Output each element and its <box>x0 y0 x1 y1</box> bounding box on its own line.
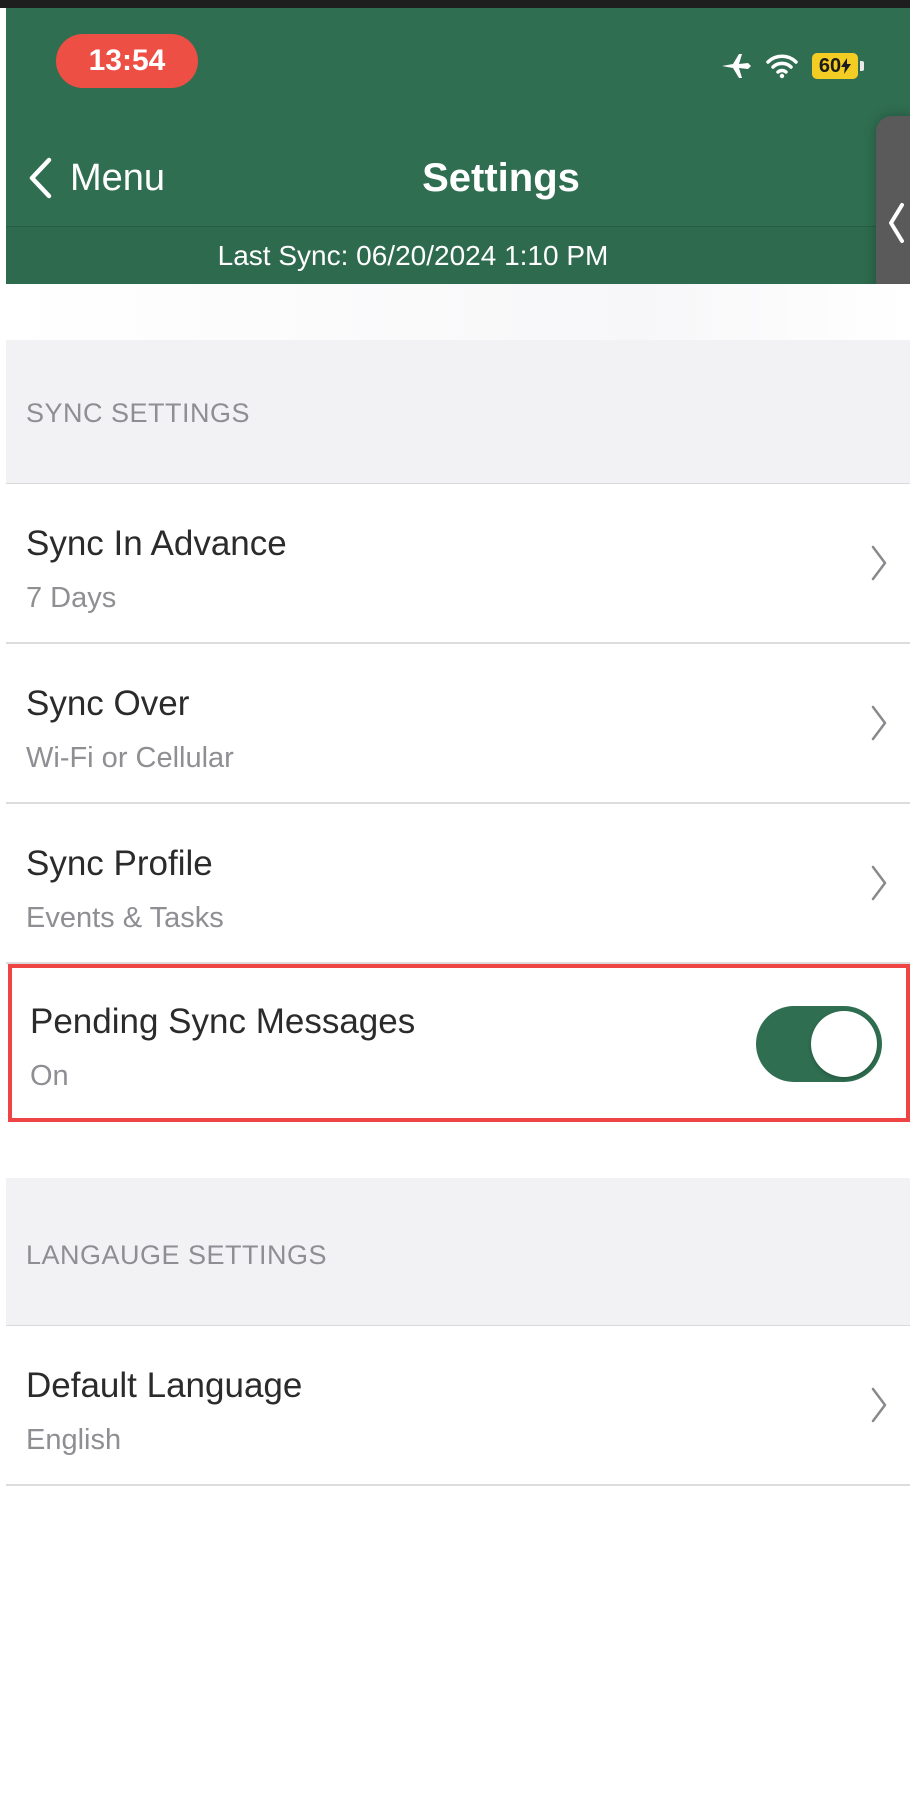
chevron-right-icon <box>871 1387 887 1423</box>
row-value: English <box>26 1424 122 1456</box>
status-indicators: 60 <box>720 52 864 80</box>
row-default-language[interactable]: Default Language English <box>6 1326 910 1486</box>
section-gap <box>6 1122 910 1178</box>
row-value: Events & Tasks <box>26 902 224 934</box>
section-header-language: LANGAUGE SETTINGS <box>6 1178 910 1326</box>
chevron-left-icon <box>889 203 904 243</box>
row-title: Default Language <box>26 1366 303 1405</box>
row-sync-in-advance[interactable]: Sync In Advance 7 Days <box>6 484 910 644</box>
row-sync-profile[interactable]: Sync Profile Events & Tasks <box>6 804 910 964</box>
row-title: Sync Profile <box>26 844 213 883</box>
section-header-sync: SYNC SETTINGS <box>6 340 910 484</box>
row-title: Pending Sync Messages <box>30 1002 416 1041</box>
battery-level: 60 <box>812 53 858 79</box>
status-time: 13:54 <box>56 34 198 88</box>
chevron-right-icon <box>871 705 887 741</box>
row-value: Wi-Fi or Cellular <box>26 742 234 774</box>
row-title: Sync In Advance <box>26 524 287 563</box>
airplane-icon <box>720 52 752 80</box>
row-value: On <box>30 1060 69 1092</box>
row-value: 7 Days <box>26 582 117 614</box>
last-sync-bar: Last Sync: 06/20/2024 1:10 PM <box>6 226 910 285</box>
row-pending-sync-messages: Pending Sync Messages On <box>8 964 910 1122</box>
status-time-label: 13:54 <box>88 44 166 77</box>
battery-percent: 60 <box>818 54 842 77</box>
content-top-gap <box>6 284 910 340</box>
battery-cap <box>860 61 864 71</box>
app-header: 13:54 60 Menu Settings Last Sync: 06/20/… <box>6 8 910 285</box>
battery-indicator: 60 <box>812 53 864 79</box>
row-title: Sync Over <box>26 684 190 723</box>
toggle-knob <box>811 1011 877 1077</box>
nav-title-container: Settings <box>6 148 910 208</box>
chevron-right-icon <box>871 865 887 901</box>
recording-frame-top <box>0 0 910 8</box>
section-header-label: LANGAUGE SETTINGS <box>26 1240 328 1270</box>
bolt-icon <box>841 58 852 74</box>
wifi-icon <box>766 53 798 79</box>
section-header-label: SYNC SETTINGS <box>26 398 251 428</box>
chevron-right-icon <box>871 545 887 581</box>
row-sync-over[interactable]: Sync Over Wi-Fi or Cellular <box>6 644 910 804</box>
pending-sync-toggle[interactable] <box>756 1006 882 1082</box>
page-title: Settings <box>422 155 580 200</box>
last-sync-text: Last Sync: 06/20/2024 1:10 PM <box>217 240 609 271</box>
